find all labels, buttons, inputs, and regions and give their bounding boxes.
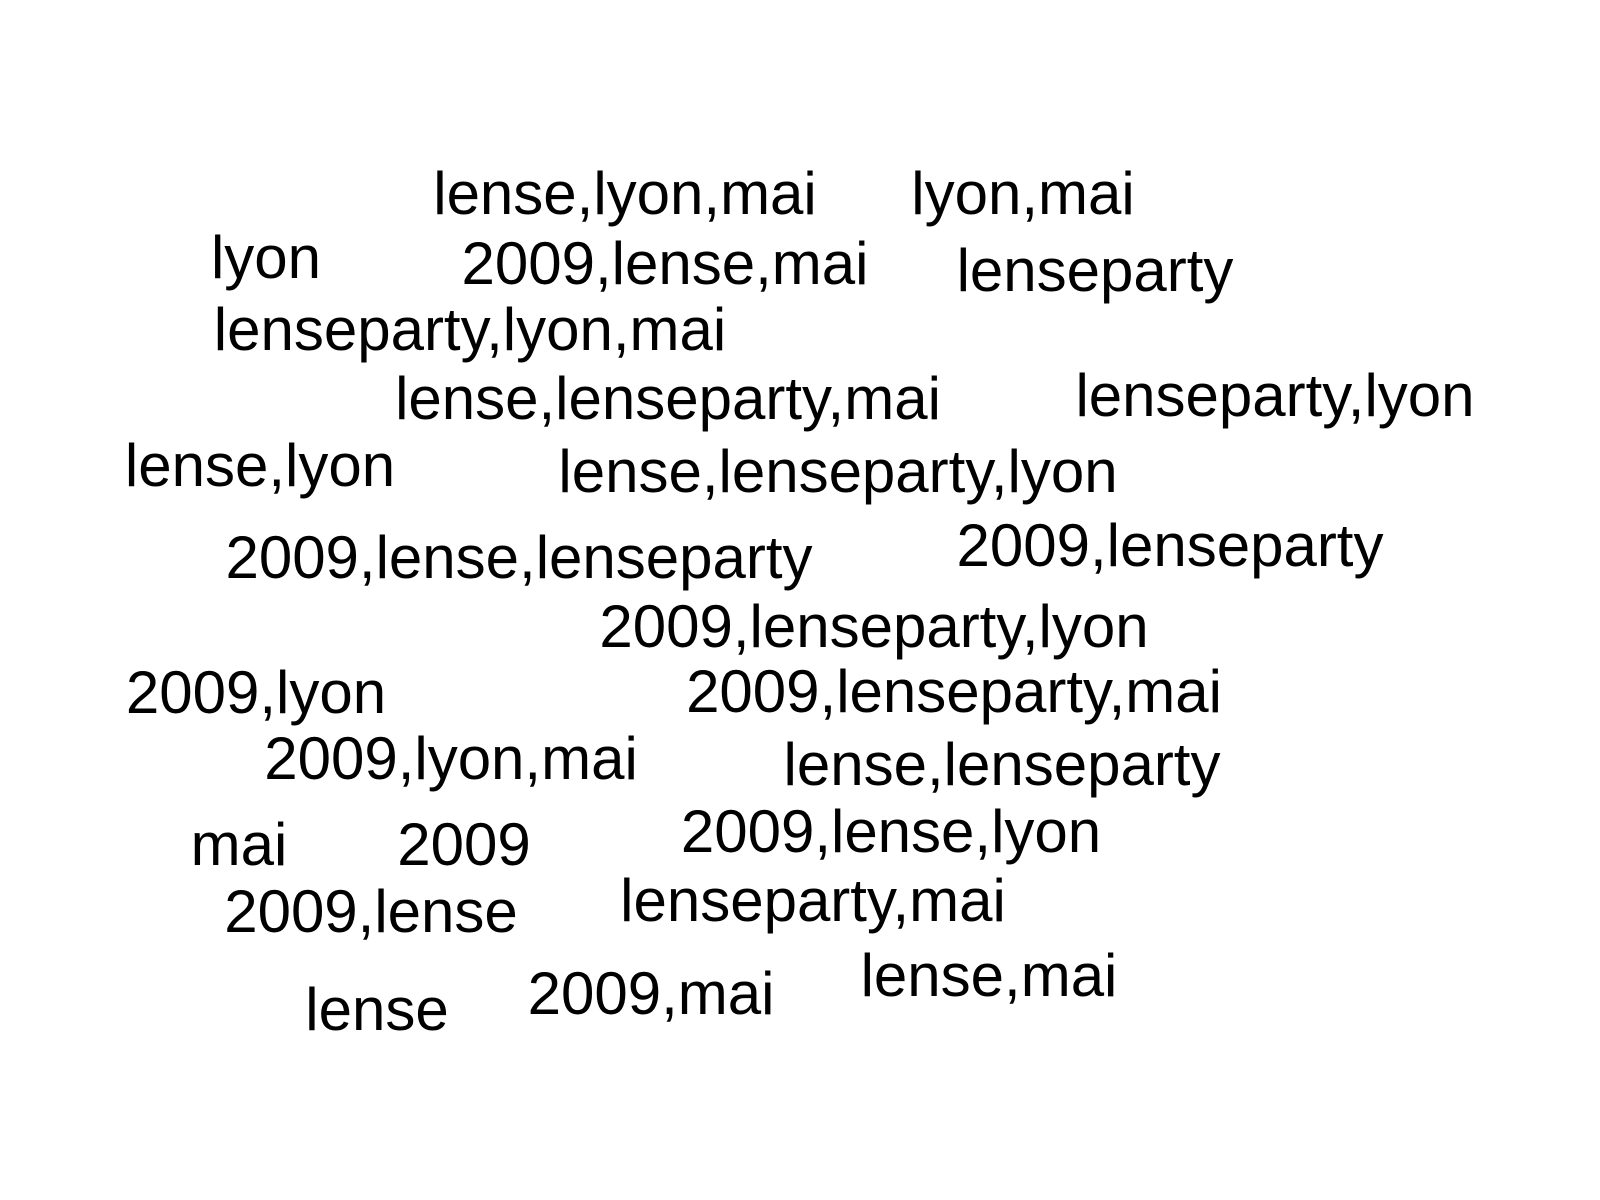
word-cloud-term: 2009,lense [224, 878, 518, 945]
word-cloud-term: lense,lenseparty [783, 731, 1221, 798]
word-cloud-term: lense,lenseparty,lyon [558, 438, 1118, 505]
word-cloud-term: lenseparty [956, 237, 1234, 304]
word-cloud-term: lenseparty,lyon [1075, 362, 1475, 429]
word-cloud-term: lense,lenseparty,mai [395, 365, 941, 432]
word-cloud-term: lenseparty,mai [620, 867, 1006, 934]
word-cloud-term: lense,lyon [124, 432, 396, 499]
word-cloud-term: 2009,lenseparty [956, 512, 1384, 579]
word-cloud-term: 2009,mai [527, 960, 775, 1027]
word-cloud-term: 2009,lense,mai [461, 230, 869, 297]
word-cloud-term: 2009,lenseparty,lyon [599, 593, 1149, 660]
word-cloud-term: lense,lyon,mai [433, 160, 817, 227]
word-cloud-term: lenseparty,lyon,mai [213, 296, 727, 363]
word-cloud-term: 2009,lense,lyon [680, 798, 1102, 865]
word-cloud-term: lyon,mai [911, 160, 1135, 227]
word-cloud-term: lense,mai [860, 942, 1118, 1009]
word-cloud-term: lyon [210, 224, 322, 291]
word-cloud-term: 2009,lenseparty,mai [686, 658, 1222, 725]
word-cloud: lense,lyon,mai lyon,mai lyon 2009,lense,… [0, 0, 1600, 1200]
word-cloud-term: 2009,lense,lenseparty [225, 524, 813, 591]
word-cloud-term: 2009 [397, 811, 531, 878]
word-cloud-term: lense [305, 976, 449, 1043]
word-cloud-term: mai [190, 811, 288, 878]
word-cloud-term: 2009,lyon,mai [264, 725, 638, 792]
word-cloud-term: 2009,lyon [125, 659, 387, 726]
